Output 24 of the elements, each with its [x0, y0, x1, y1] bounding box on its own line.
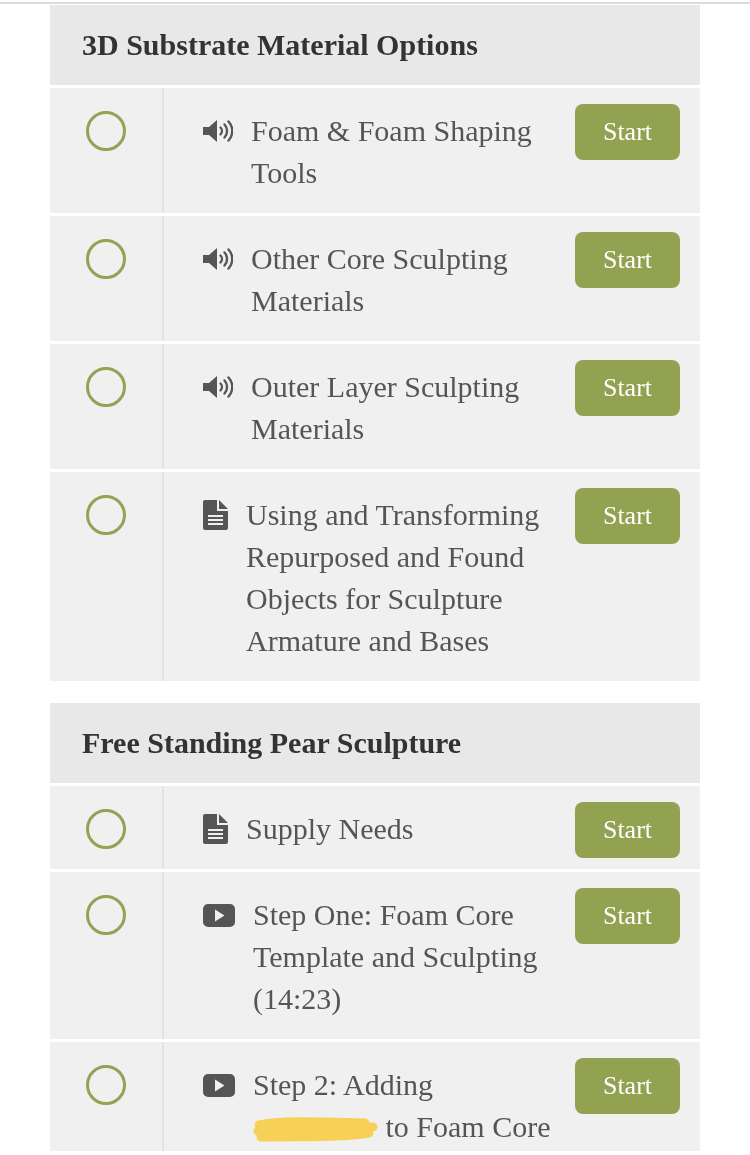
lesson-title: to Foam Core: [385, 1110, 551, 1143]
speaker-icon: [203, 248, 233, 270]
start-button[interactable]: Start: [575, 888, 680, 944]
speaker-icon: [203, 376, 233, 398]
start-button[interactable]: Start: [575, 232, 680, 288]
play-icon: [203, 903, 235, 927]
document-icon: [203, 500, 228, 530]
start-button[interactable]: Start: [575, 360, 680, 416]
document-icon: [203, 814, 228, 844]
lesson-title: Using and Transforming Repurposed and Found Objects for Sculpture Armature and Bases: [246, 498, 540, 657]
lesson-title: Step One: Foam Core Template and Sculpting (14:23): [253, 898, 538, 1015]
start-button[interactable]: Start: [575, 802, 680, 858]
lesson-title: Outer Layer Sculpting Materials: [251, 370, 520, 445]
lesson-title: Foam & Foam Shaping Tools: [251, 114, 532, 189]
start-button[interactable]: Start: [575, 488, 680, 544]
lesson-title: Other Core Sculpting Materials: [251, 242, 508, 317]
speaker-icon: [203, 120, 233, 142]
play-icon: [203, 1073, 235, 1097]
section-title: Free Standing Pear Sculpture: [82, 726, 462, 760]
start-button[interactable]: Start: [575, 104, 680, 160]
lesson-title: Step 2: Adding: [253, 1068, 433, 1101]
lesson-title: Supply Needs: [246, 812, 414, 845]
start-button[interactable]: Start: [575, 1058, 680, 1114]
section-title: 3D Substrate Material Options: [82, 28, 478, 62]
